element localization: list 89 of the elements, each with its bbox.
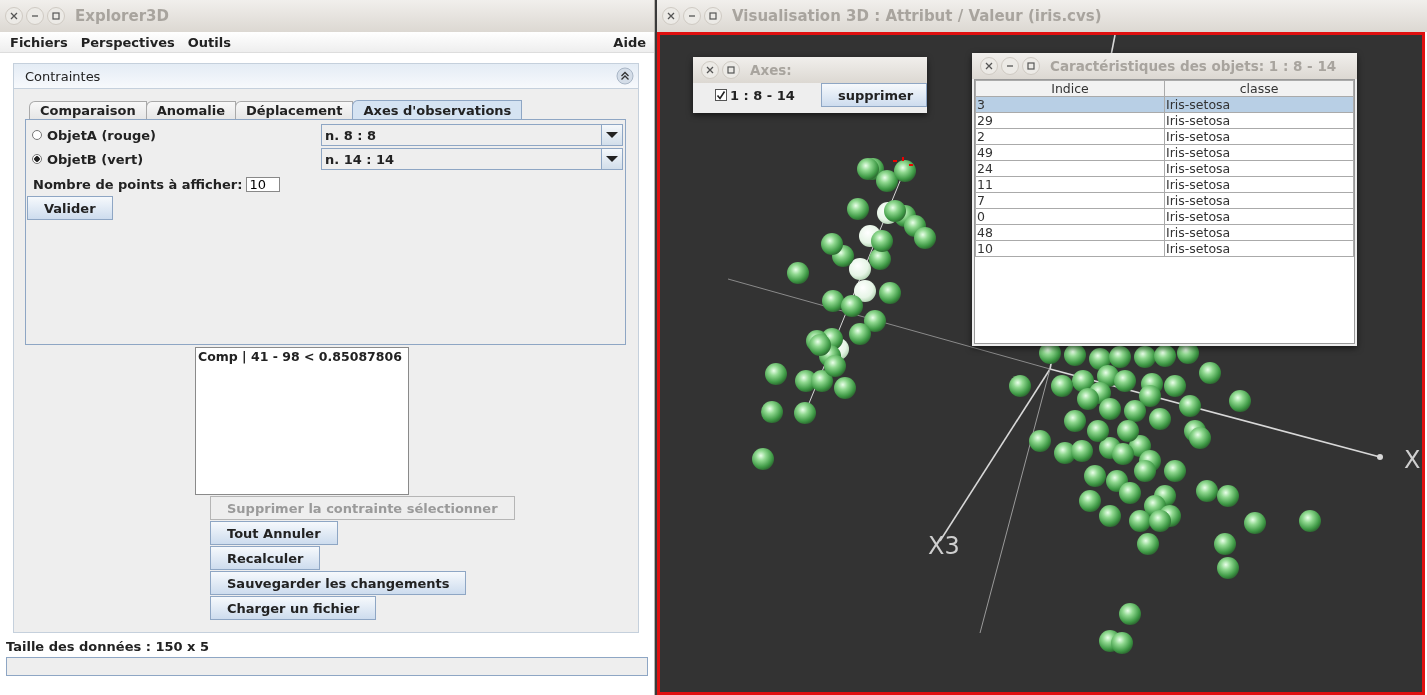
maximize-button[interactable] [722, 61, 740, 79]
table-cell: 0 [975, 208, 1165, 225]
table-row[interactable]: 7 Iris-setosa [975, 192, 1354, 209]
column-header[interactable]: Indice [975, 80, 1165, 97]
maximize-icon [52, 12, 60, 20]
maximize-button[interactable] [47, 7, 65, 25]
table-cell: Iris-setosa [1164, 224, 1354, 241]
minimize-button[interactable] [26, 7, 44, 25]
menu-item[interactable]: Outils [187, 34, 231, 50]
dropdown[interactable]: n. 14 : 14 [321, 148, 623, 170]
table-cell: Iris-setosa [1164, 112, 1354, 129]
maximize-icon [727, 66, 735, 74]
validate-button[interactable]: Valider [27, 196, 113, 220]
table-row[interactable]: 29 Iris-setosa [975, 112, 1354, 129]
checkbox-label: 1 : 8 - 14 [730, 87, 795, 103]
radio-label: ObjetB (vert) [47, 151, 144, 167]
radio-button[interactable] [32, 130, 42, 140]
table-row[interactable]: 48 Iris-setosa [975, 224, 1354, 241]
axis-end-marker [1377, 454, 1383, 460]
constraints-list[interactable]: Comp | 41 - 98 < 0.85087806 [195, 347, 409, 495]
table-cell: Iris-setosa [1164, 176, 1354, 193]
table-cell: Iris-setosa [1164, 208, 1354, 225]
close-icon [667, 12, 675, 20]
window-title: Explorer3D [75, 7, 169, 25]
table-row[interactable]: 10 Iris-setosa [975, 240, 1354, 257]
table-cell: 7 [975, 192, 1165, 209]
close-icon [985, 62, 993, 70]
maximize-icon [709, 12, 717, 20]
maximize-button[interactable] [1022, 57, 1040, 75]
minimize-icon [1006, 62, 1014, 70]
status-text: Taille des données : 150 x 5 [6, 639, 211, 654]
table-cell: 29 [975, 112, 1165, 129]
window-title: Caractéristiques des objets: 1 : 8 - 14 [1050, 58, 1337, 74]
dropdown[interactable]: n. 8 : 8 [321, 124, 623, 146]
points-field[interactable]: 10 [246, 177, 281, 192]
table-cell: 49 [975, 144, 1165, 161]
close-button[interactable] [980, 57, 998, 75]
maximize-button[interactable] [704, 7, 722, 25]
close-button[interactable] [701, 61, 719, 79]
table-row[interactable]: 49 Iris-setosa [975, 144, 1354, 161]
table-cell: Iris-setosa [1164, 240, 1354, 257]
minimize-button[interactable] [1001, 57, 1019, 75]
table-cell: 10 [975, 240, 1165, 257]
list-item[interactable]: Comp | 41 - 98 < 0.85087806 [198, 349, 406, 364]
action-button[interactable]: Recalculer [210, 546, 321, 570]
checkbox[interactable] [715, 89, 727, 101]
close-button[interactable] [5, 7, 23, 25]
table-cell: Iris-setosa [1164, 192, 1354, 209]
delete-button[interactable]: supprimer [821, 83, 927, 107]
maximize-icon [1027, 62, 1035, 70]
radio-button[interactable] [32, 154, 42, 164]
menu-item[interactable]: Perspectives [80, 34, 175, 50]
field-label: Nombre de points à afficher: [33, 177, 243, 192]
window-title: Visualisation 3D : Attribut / Valeur (iris.cvs) [732, 7, 1102, 25]
axis-label: X [1404, 446, 1421, 474]
minimize-button[interactable] [683, 7, 701, 25]
table-cell: Iris-setosa [1164, 160, 1354, 177]
table-cell: Iris-setosa [1164, 144, 1354, 161]
radio-label: ObjetA (rouge) [47, 127, 157, 143]
table-cell: 11 [975, 176, 1165, 193]
table-cell: 48 [975, 224, 1165, 241]
collapse-icon[interactable] [616, 67, 634, 85]
tab[interactable]: Déplacement [234, 101, 354, 119]
table-cell: 2 [975, 128, 1165, 145]
menu-item[interactable]: Aide [613, 34, 646, 50]
column-header[interactable]: classe [1164, 80, 1354, 97]
close-icon [10, 12, 18, 20]
panel-title: Contraintes [25, 68, 101, 84]
table-cell: Iris-setosa [1164, 128, 1354, 145]
table-row[interactable]: 24 Iris-setosa [975, 160, 1354, 177]
action-button[interactable]: Tout Annuler [210, 521, 338, 545]
selection-marker [892, 156, 914, 166]
tab[interactable]: Comparaison [29, 101, 147, 119]
menu-item[interactable]: Fichiers [10, 34, 68, 50]
tab[interactable]: Anomalie [145, 101, 236, 119]
action-button[interactable]: Charger un fichier [210, 596, 377, 620]
action-button[interactable]: Sauvegarder les changements [210, 571, 467, 595]
table-row[interactable]: 11 Iris-setosa [975, 176, 1354, 193]
close-button[interactable] [662, 7, 680, 25]
table-row[interactable]: 3 Iris-setosa [975, 96, 1354, 113]
table-row[interactable]: 2 Iris-setosa [975, 128, 1354, 145]
minimize-icon [31, 12, 39, 20]
minimize-icon [688, 12, 696, 20]
window-title: Axes: [750, 62, 792, 78]
tab[interactable]: Axes d'observations [352, 100, 523, 119]
table-cell: 24 [975, 160, 1165, 177]
axis-label: X3 [928, 532, 960, 560]
table-row[interactable]: 0 Iris-setosa [975, 208, 1354, 225]
close-icon [706, 66, 714, 74]
